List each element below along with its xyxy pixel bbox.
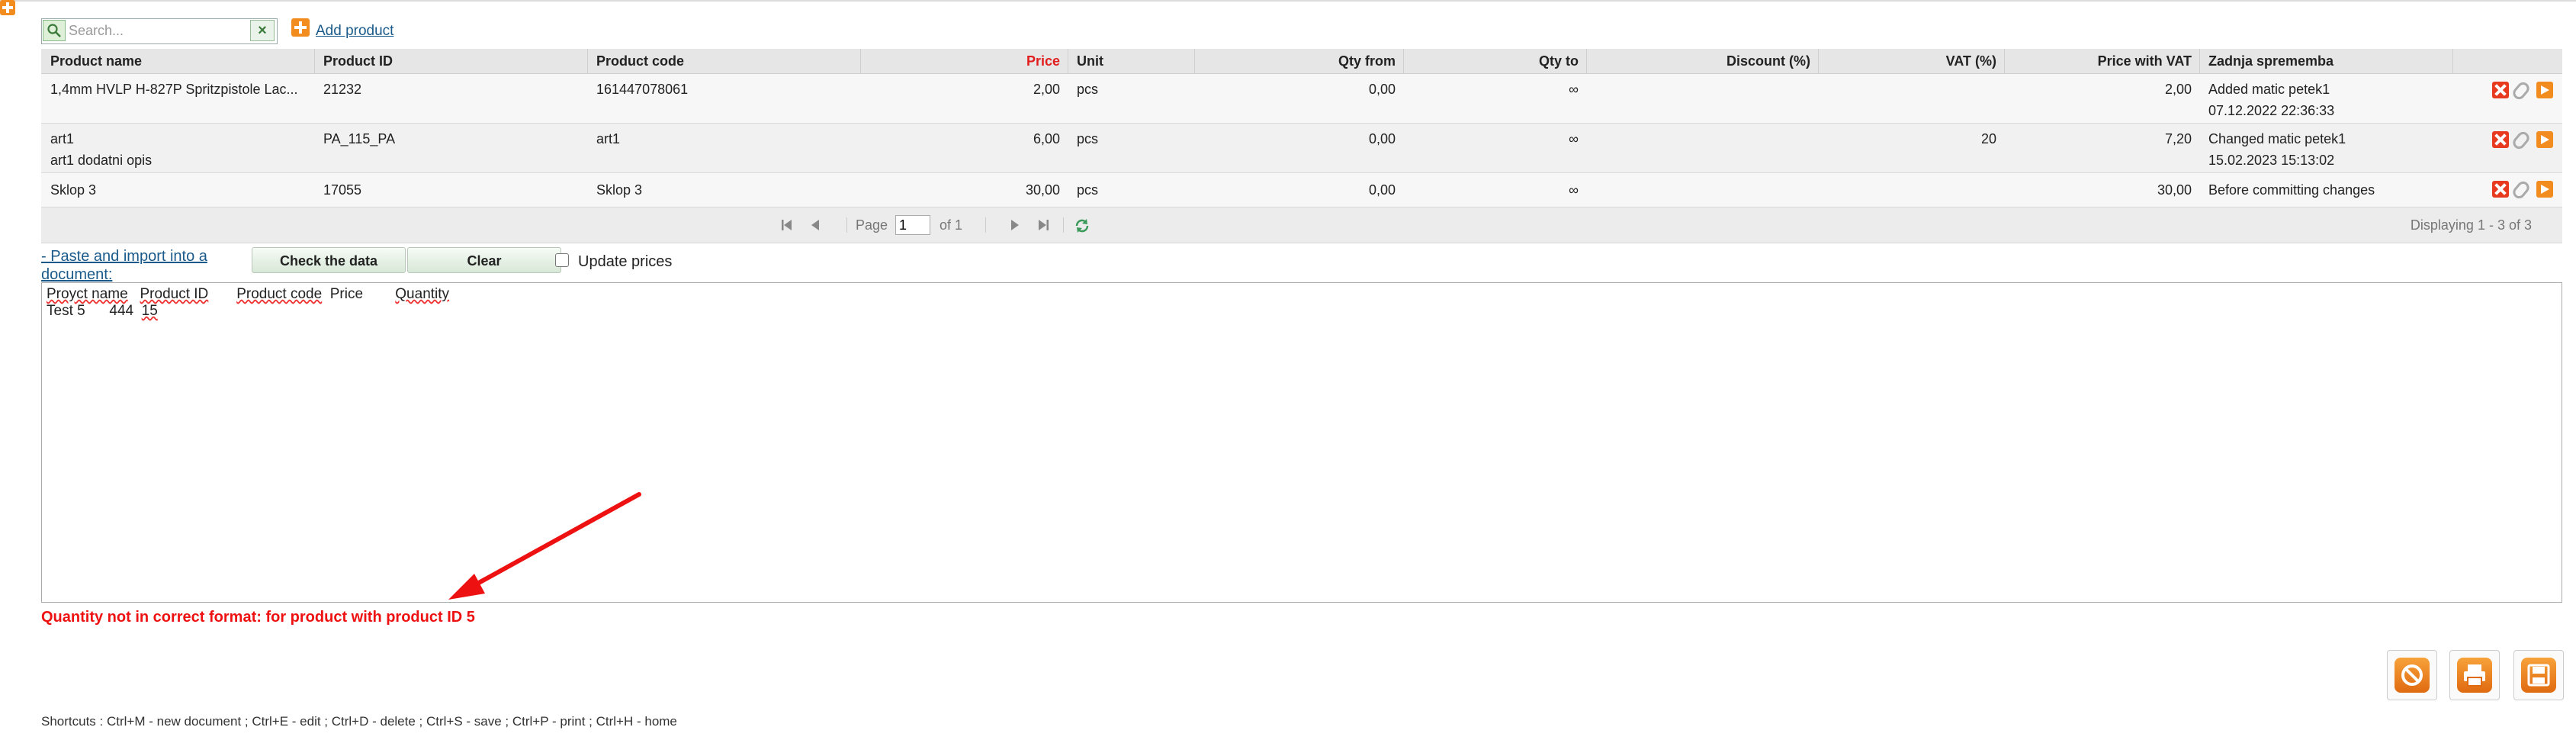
search-input[interactable] <box>69 21 247 40</box>
col-product-id[interactable]: Product ID <box>323 53 393 69</box>
top-divider <box>0 0 2576 2</box>
cell-vat: 20 <box>1980 131 1996 146</box>
cell-price: 2,00 <box>1033 82 1060 97</box>
cell-product-name: 1,4mm HVLP H-827P Spritzpistole Lac... <box>50 82 298 97</box>
paste-textarea[interactable]: Proуct name Product ID Product code Pric… <box>41 282 2562 603</box>
attach-icon[interactable] <box>2510 179 2532 201</box>
cell-price-vat: 2,00 <box>2164 82 2192 97</box>
open-icon[interactable] <box>2536 131 2553 148</box>
col-product-name[interactable]: Product name <box>50 53 142 69</box>
clear-search-icon[interactable]: × <box>250 20 275 41</box>
cell-unit: pcs <box>1077 182 1099 198</box>
table-row[interactable]: 1,4mm HVLP H-827P Spritzpistole Lac... 2… <box>41 74 2562 124</box>
col-qty-from[interactable]: Qty from <box>1194 53 1396 69</box>
col-product-code[interactable]: Product code <box>596 53 684 69</box>
error-message: Quantity not in correct format: for prod… <box>41 609 475 626</box>
cell-unit: pcs <box>1077 131 1099 146</box>
col-price-vat[interactable]: Price with VAT <box>2004 53 2192 69</box>
cell-qty-to: ∞ <box>1569 131 1579 146</box>
cell-product-code: Sklop 3 <box>596 182 643 198</box>
col-discount[interactable]: Discount (%) <box>1586 53 1810 69</box>
attach-icon[interactable] <box>2510 129 2532 152</box>
add-product-link[interactable]: Add product <box>316 23 393 40</box>
table-row[interactable]: art1 art1 dodatni opis PA_115_PA art1 6,… <box>41 124 2562 173</box>
cell-price-vat: 30,00 <box>2157 182 2192 198</box>
attach-icon[interactable] <box>2510 79 2532 102</box>
cell-price: 30,00 <box>1025 182 1060 198</box>
clear-button[interactable]: Clear <box>407 247 561 273</box>
cell-change-text: Added matic petek1 <box>2208 82 2330 97</box>
cell-qty-to: ∞ <box>1569 182 1579 198</box>
first-page-icon[interactable] <box>779 217 795 233</box>
col-unit[interactable]: Unit <box>1077 53 1103 69</box>
pagination-bar: Page of 1 Displaying 1 - 3 of 3 <box>41 208 2562 243</box>
cell-product-id: 17055 <box>323 182 362 198</box>
cell-product-id: 21232 <box>323 82 362 97</box>
col-vat[interactable]: VAT (%) <box>1818 53 1996 69</box>
open-icon[interactable] <box>2536 82 2553 98</box>
search-icon[interactable] <box>43 20 66 41</box>
cell-unit: pcs <box>1077 82 1099 97</box>
cell-change-date: 15.02.2023 15:13:02 <box>2208 153 2335 168</box>
add-icon[interactable] <box>0 0 15 15</box>
cell-product-name: Sklop 3 <box>50 182 97 198</box>
col-last-change[interactable]: Zadnja sprememba <box>2208 53 2333 69</box>
cell-change-text: Changed matic petek1 <box>2208 131 2346 146</box>
page-of-label: of 1 <box>940 217 963 233</box>
cell-qty-from: 0,00 <box>1368 82 1396 97</box>
cell-change-text: Before committing changes <box>2208 182 2375 198</box>
cell-product-code: art1 <box>596 131 621 146</box>
update-prices-label: Update prices <box>578 253 673 270</box>
cell-qty-from: 0,00 <box>1368 131 1396 146</box>
cell-product-code: 161447078061 <box>596 82 689 97</box>
cell-product-description: art1 dodatni opis <box>50 153 153 168</box>
table-row[interactable]: Sklop 3 17055 Sklop 3 30,00 pcs 0,00 ∞ 3… <box>41 173 2562 208</box>
cancel-button[interactable] <box>2387 650 2437 700</box>
cell-product-name: art1 <box>50 131 75 146</box>
cell-product-id: PA_115_PA <box>323 131 396 146</box>
update-prices-checkbox[interactable] <box>555 253 569 267</box>
shortcuts-bar: Shortcuts : Ctrl+M - new document ; Ctrl… <box>41 714 677 729</box>
cell-qty-from: 0,00 <box>1368 182 1396 198</box>
add-product-icon[interactable] <box>291 18 310 37</box>
save-icon <box>2521 658 2556 693</box>
table-header: Product name Product ID Product code Pri… <box>41 49 2562 74</box>
cancel-icon <box>2395 658 2430 693</box>
page-number-input[interactable] <box>895 215 930 235</box>
col-qty-to[interactable]: Qty to <box>1403 53 1579 69</box>
page-label: Page <box>856 217 888 233</box>
save-button[interactable] <box>2513 650 2564 700</box>
annotation-arrow <box>448 492 641 600</box>
cell-change-date: 07.12.2022 22:36:33 <box>2208 103 2335 118</box>
cell-qty-to: ∞ <box>1569 82 1579 97</box>
print-button[interactable] <box>2449 650 2500 700</box>
print-icon <box>2457 658 2492 693</box>
refresh-icon[interactable] <box>1074 217 1089 233</box>
next-page-icon[interactable] <box>1007 217 1022 233</box>
delete-icon[interactable] <box>2492 82 2509 98</box>
cell-price: 6,00 <box>1033 131 1060 146</box>
last-page-icon[interactable] <box>1036 217 1051 233</box>
paste-import-link[interactable]: - Paste and import into a document: <box>41 247 239 284</box>
prev-page-icon[interactable] <box>808 217 824 233</box>
paste-data-line: Test 5 444 15 <box>47 303 158 319</box>
delete-icon[interactable] <box>2492 131 2509 148</box>
displaying-count: Displaying 1 - 3 of 3 <box>2410 217 2532 233</box>
paste-header-line: Proуct name Product ID Product code Pric… <box>47 286 450 302</box>
delete-icon[interactable] <box>2492 181 2509 198</box>
cell-price-vat: 7,20 <box>2164 131 2192 146</box>
open-icon[interactable] <box>2536 181 2553 198</box>
check-data-button[interactable]: Check the data <box>252 247 406 273</box>
col-price[interactable]: Price <box>860 53 1060 69</box>
